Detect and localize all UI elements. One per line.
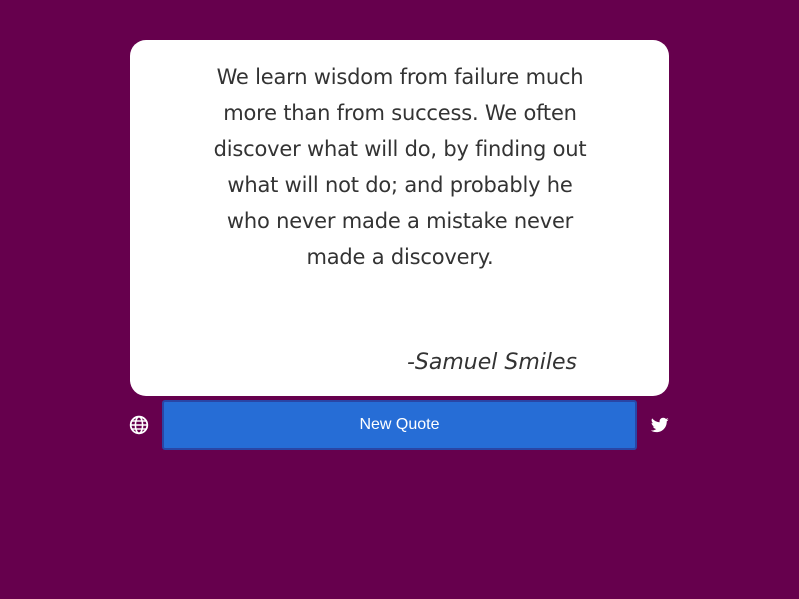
globe-icon[interactable]: [129, 415, 149, 435]
quote-text: We learn wisdom from failure much more t…: [213, 65, 587, 269]
quote-author: -Samuel Smiles: [406, 350, 577, 375]
twitter-icon[interactable]: [650, 416, 670, 434]
quote-card: We learn wisdom from failure much more t…: [130, 40, 669, 396]
new-quote-button[interactable]: New Quote: [162, 400, 637, 450]
